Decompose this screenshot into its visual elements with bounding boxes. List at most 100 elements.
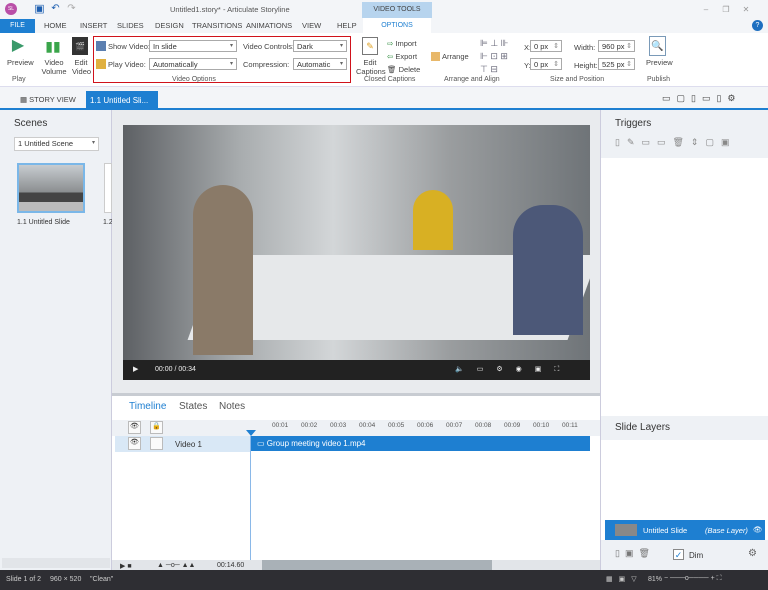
video-controls-label: Video Controls:	[243, 42, 295, 51]
base-layer-eye-icon[interactable]: 👁	[753, 525, 763, 534]
play-timeline-icon[interactable]: ▶ ■	[120, 562, 132, 570]
tab-notes[interactable]: Notes	[219, 401, 245, 412]
play-icon[interactable]: ▶	[133, 365, 138, 373]
import-captions-button[interactable]: ⇨ Import	[387, 39, 417, 48]
tab-animations[interactable]: ANIMATIONS	[246, 21, 292, 30]
tab-transitions[interactable]: TRANSITIONS	[192, 21, 242, 30]
video-scene-person	[413, 190, 453, 250]
arrange-icon	[431, 52, 440, 61]
show-video-label: Show Video:	[108, 42, 150, 51]
close-icon[interactable]: ✕	[740, 3, 752, 15]
tab-slides[interactable]: SLIDES	[117, 21, 144, 30]
device-preview-icons[interactable]: ▭▢▯▭▯⚙	[662, 93, 741, 104]
dim-checkbox[interactable]: ✓	[673, 549, 684, 560]
video-object[interactable]: ▶ 00:00 / 00:34 🔈▭⚙◉▣⛶	[123, 125, 590, 380]
slide-tab-active[interactable]: 1.1 Untitled Sli...	[86, 91, 158, 110]
play-video-label: Play Video:	[108, 60, 146, 69]
slide-thumbnail[interactable]	[17, 163, 85, 213]
ruler-tick: 00:08	[475, 422, 492, 429]
dim-label: Dim	[689, 551, 704, 560]
edit-video-button[interactable]: Edit Video	[72, 58, 91, 76]
show-all-eye-icon[interactable]: 👁	[128, 421, 141, 434]
video-controls-select[interactable]: Dark	[293, 40, 347, 52]
tab-view[interactable]: VIEW	[302, 21, 321, 30]
preview-play-icon[interactable]: ▶	[10, 36, 26, 54]
import-label: Import	[395, 39, 417, 48]
scenes-hscrollbar[interactable]	[2, 558, 110, 568]
layers-settings-icon[interactable]: ⚙	[748, 548, 757, 559]
x-input[interactable]: 0 px	[530, 40, 562, 52]
video-volume-button[interactable]: Video Volume	[40, 58, 68, 76]
save-icon[interactable]: ▣	[34, 3, 45, 15]
tab-states[interactable]: States	[179, 401, 207, 412]
ruler-tick: 00:03	[330, 422, 347, 429]
base-layer-name: Untitled Slide	[643, 526, 688, 535]
tab-options[interactable]: OPTIONS	[363, 18, 431, 33]
tab-design[interactable]: DESIGN	[155, 21, 184, 30]
show-video-icon	[96, 41, 106, 51]
height-input[interactable]: 525 px	[598, 58, 635, 70]
timeline-ruler[interactable]: 00:01 00:02 00:03 00:04 00:05 00:06 00:07 00:08…	[250, 422, 590, 434]
ruler-tick: 00:01	[272, 422, 289, 429]
lock-all-icon[interactable]: 🔒	[150, 421, 163, 434]
layer-name: Video 1	[175, 440, 202, 449]
publish-preview-icon: 🔍	[649, 36, 666, 56]
ruler-tick: 00:07	[446, 422, 463, 429]
preview-button[interactable]: Preview	[7, 58, 34, 67]
group-captions-label: Closed Captions	[364, 76, 416, 83]
timeline-panel: Timeline States Notes 👁 🔒 00:01 00:02 00:0…	[112, 393, 600, 573]
edit-captions-icon: ✎	[362, 37, 378, 55]
slide-layers-title: Slide Layers	[615, 422, 671, 433]
base-layer-tag: (Base Layer)	[705, 526, 748, 535]
base-layer-row[interactable]: Untitled Slide (Base Layer) 👁	[605, 520, 765, 540]
ruler-tick: 00:05	[388, 422, 405, 429]
undo-icon[interactable]: ↶	[50, 3, 61, 14]
zoom-slider[interactable]: ▲ ─o─ ▲▲	[157, 562, 196, 569]
redo-icon[interactable]: ↷	[66, 3, 77, 14]
compression-select[interactable]: Automatic	[293, 58, 347, 70]
layer-lock-checkbox[interactable]	[150, 437, 163, 450]
tab-timeline[interactable]: Timeline	[129, 401, 166, 412]
edit-captions-button[interactable]: Edit Captions	[356, 58, 386, 76]
view-mode-icons[interactable]: ▦▣▽	[606, 575, 643, 583]
ruler-tick: 00:10	[533, 422, 550, 429]
status-theme: "Clean"	[90, 576, 114, 583]
export-label: Export	[395, 52, 418, 61]
base-layer-thumb	[615, 524, 637, 536]
window-title: Untitled1.story* - Articulate Storyline	[170, 5, 290, 14]
arrange-button[interactable]: Arrange	[442, 52, 469, 61]
clip-name: Group meeting video 1.mp4	[266, 439, 366, 448]
group-video-options-label: Video Options	[172, 76, 216, 83]
export-captions-button[interactable]: ⇦ Export	[387, 52, 417, 61]
ruler-tick: 00:04	[359, 422, 376, 429]
align-icons[interactable]: ⊫ ⊥ ⊪ ⊩ ⊡ ⊞ ⊤ ⊟	[480, 37, 520, 76]
width-input[interactable]: 960 px	[598, 40, 635, 52]
play-video-select[interactable]: Automatically	[149, 58, 237, 70]
layer-eye-icon[interactable]: 👁	[128, 437, 141, 450]
minimize-icon[interactable]: –	[700, 3, 712, 15]
timeline-end-time: 00:14.60	[217, 562, 245, 569]
scene-dropdown[interactable]: 1 Untitled Scene	[14, 137, 99, 151]
story-view-tab[interactable]: ▦ STORY VIEW	[20, 95, 76, 104]
restore-icon[interactable]: ❐	[720, 3, 732, 15]
delete-captions-button[interactable]: 🗑 Delete	[387, 65, 420, 74]
tab-help[interactable]: HELP	[337, 21, 357, 30]
delete-label: Delete	[398, 65, 421, 74]
layers-toolbar[interactable]: ▯▣🗑	[615, 548, 655, 559]
video-controls-bar: ▶ 00:00 / 00:34 🔈▭⚙◉▣⛶	[123, 360, 590, 380]
layer-row[interactable]: 👁 Video 1	[115, 436, 250, 452]
tab-home[interactable]: HOME	[44, 21, 67, 30]
y-input[interactable]: 0 px	[530, 58, 562, 70]
triggers-toolbar[interactable]: ▯✎▭▭🗑⇕▢▣	[615, 137, 757, 152]
publish-preview-button[interactable]: Preview	[646, 58, 673, 67]
zoom-slider[interactable]: − ───o──── + ⛶	[664, 575, 722, 583]
slide-thumbnail-2[interactable]	[104, 163, 112, 213]
timeline-clip[interactable]: ▭ Group meeting video 1.mp4	[251, 436, 590, 451]
show-video-select[interactable]: In slide	[149, 40, 237, 52]
help-icon[interactable]: ?	[752, 20, 763, 31]
tab-insert[interactable]: INSERT	[80, 21, 107, 30]
title-bar: SL ▣ ↶ ↷ Untitled1.story* - Articulate S…	[0, 0, 768, 18]
tab-file[interactable]: FILE	[0, 19, 35, 33]
video-control-icons[interactable]: 🔈▭⚙◉▣⛶	[455, 365, 572, 374]
play-video-icon	[96, 59, 106, 69]
